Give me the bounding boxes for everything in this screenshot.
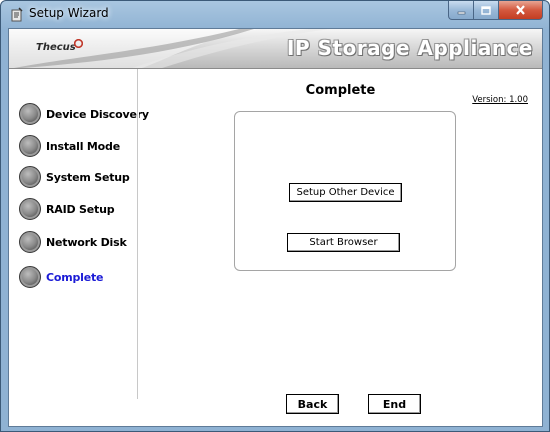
wizard-client-area: Thecus IP Storage Appliance Device Disco…	[8, 28, 543, 427]
step-indicator-icon	[19, 135, 41, 157]
back-button[interactable]: Back	[286, 394, 339, 414]
wizard-app-icon	[11, 7, 23, 22]
step-raid-setup: RAID Setup	[19, 198, 115, 220]
minimize-icon	[457, 11, 465, 14]
step-label: System Setup	[46, 170, 130, 184]
setup-other-device-button[interactable]: Setup Other Device	[289, 183, 402, 202]
actions-panel: Setup Other Device Start Browser	[234, 111, 456, 271]
step-complete: Complete	[19, 266, 104, 288]
end-button[interactable]: End	[368, 394, 421, 414]
step-label: Device Discovery	[46, 107, 149, 121]
step-indicator-icon	[19, 198, 41, 220]
wizard-steps-sidebar: Device Discovery Install Mode System Set…	[9, 69, 149, 426]
setup-wizard-window: Setup Wizard Thecus IP Storage Appliance…	[0, 0, 550, 432]
step-install-mode: Install Mode	[19, 135, 120, 157]
close-button[interactable]	[499, 1, 543, 20]
title-bar[interactable]: Setup Wizard	[1, 1, 549, 29]
step-device-discovery: Device Discovery	[19, 103, 149, 125]
step-label: RAID Setup	[46, 202, 115, 216]
sidebar-divider	[137, 69, 139, 399]
start-browser-button[interactable]: Start Browser	[287, 233, 400, 252]
minimize-button[interactable]	[448, 1, 474, 20]
step-label: Complete	[46, 270, 104, 284]
step-indicator-icon	[19, 166, 41, 188]
close-icon	[516, 5, 525, 15]
step-indicator-icon	[19, 103, 41, 125]
logo-mark-icon	[74, 39, 83, 48]
product-title: IP Storage Appliance	[287, 36, 533, 60]
step-indicator-icon	[19, 231, 41, 253]
window-title: Setup Wizard	[29, 6, 109, 20]
step-label: Install Mode	[46, 139, 120, 153]
step-indicator-icon	[19, 266, 41, 288]
version-label: Version: 1.00	[472, 95, 528, 105]
step-system-setup: System Setup	[19, 166, 130, 188]
maximize-icon	[481, 5, 491, 15]
maximize-button[interactable]	[474, 1, 499, 20]
window-controls	[448, 1, 543, 20]
step-network-disk: Network Disk	[19, 231, 127, 253]
brand-logo: Thecus	[36, 42, 76, 53]
banner: Thecus IP Storage Appliance	[9, 29, 542, 69]
step-label: Network Disk	[46, 235, 127, 249]
